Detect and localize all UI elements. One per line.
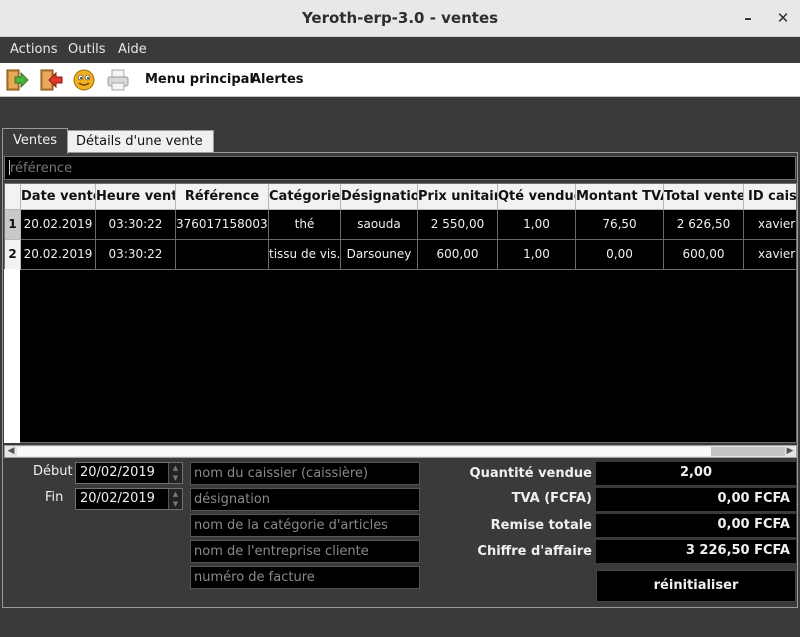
fin-date-value: 20/02/2019 (80, 491, 155, 506)
menu-actions[interactable]: Actions (10, 42, 58, 57)
reinitialiser-button[interactable]: réinitialiser (596, 570, 796, 602)
menu-principal-button[interactable]: Menu principal (145, 72, 254, 87)
table-horizontal-scrollbar[interactable]: ◀ ▶ (4, 445, 797, 458)
sales-table[interactable]: Date vente Heure vente Référence Catégor… (4, 183, 797, 443)
reference-placeholder: référence (10, 161, 73, 176)
table-cell[interactable]: 03:30:22 (96, 240, 176, 270)
scrollbar-track[interactable] (711, 447, 785, 456)
toolbar: Menu principal Alertes (0, 63, 800, 97)
categorie-filter-input[interactable]: nom de la catégorie d'articles (190, 514, 420, 537)
scroll-left-icon[interactable]: ◀ (5, 446, 17, 457)
menu-outils[interactable]: Outils (68, 42, 106, 57)
logout-door-icon[interactable] (39, 68, 63, 92)
window-title: Yeroth-erp-3.0 - ventes (301, 9, 499, 27)
row-header-2[interactable]: 2 (5, 240, 21, 270)
facture-filter-input[interactable]: numéro de facture (190, 566, 420, 589)
scrollbar-thumb[interactable] (17, 447, 711, 456)
caissier-filter-input[interactable]: nom du caissier (caissière) (190, 462, 420, 485)
table-cell[interactable]: 1,00 (498, 240, 576, 270)
debut-date-input[interactable]: 20/02/2019 ▲ ▼ (75, 462, 183, 484)
tab-details-vente[interactable]: Détails d'une vente (65, 130, 214, 153)
menu-aide[interactable]: Aide (118, 42, 147, 57)
row-header-1[interactable]: 1 (5, 210, 21, 240)
table-cell[interactable]: 2 550,00 (418, 210, 498, 240)
debut-date-spinner[interactable]: ▲ ▼ (168, 463, 182, 483)
table-corner[interactable] (5, 184, 21, 210)
table-cell[interactable]: 20.02.2019 (21, 240, 96, 270)
tva-value: 0,00 FCFA (596, 488, 796, 511)
designation-filter-input[interactable]: désignation (190, 488, 420, 511)
remise-totale-label: Remise totale (490, 518, 592, 533)
table-cell[interactable]: xavierp (744, 240, 796, 270)
entreprise-filter-input[interactable]: nom de l'entreprise cliente (190, 540, 420, 563)
reference-search-input[interactable]: référence (4, 156, 796, 180)
fin-label: Fin (45, 490, 64, 505)
login-door-icon[interactable] (5, 68, 29, 92)
table-cell[interactable]: 1,00 (498, 210, 576, 240)
quantite-vendue-value: 2,00 (596, 462, 796, 485)
column-header-qte-vendue[interactable]: Qté vendue (498, 184, 576, 210)
table-cell[interactable]: 600,00 (664, 240, 744, 270)
quantite-vendue-label: Quantité vendue (469, 466, 592, 481)
table-cell[interactable]: 03:30:22 (96, 210, 176, 240)
smiley-icon[interactable] (72, 68, 96, 92)
table-cell[interactable]: 376017158003. (176, 210, 269, 240)
table-cell[interactable]: 76,50 (576, 210, 664, 240)
debut-date-value: 20/02/2019 (80, 465, 155, 480)
table-cell[interactable]: 2 626,50 (664, 210, 744, 240)
column-header-date-vente[interactable]: Date vente (21, 184, 96, 210)
fin-date-spinner[interactable]: ▲ ▼ (168, 489, 182, 509)
tab-ventes[interactable]: Ventes (2, 128, 68, 154)
table-cell[interactable]: xavierp (744, 210, 796, 240)
table-cell[interactable]: 0,00 (576, 240, 664, 270)
column-header-id-caissier[interactable]: ID caissi (744, 184, 796, 210)
chiffre-affaire-value: 3 226,50 FCFA (596, 540, 796, 563)
table-cell[interactable]: Darsouney (341, 240, 418, 270)
printer-icon[interactable] (106, 68, 130, 92)
menu-bar: Actions Outils Aide (0, 37, 800, 63)
minimize-button[interactable]: – (738, 8, 758, 28)
window-titlebar: Yeroth-erp-3.0 - ventes – ✕ (0, 0, 800, 37)
column-header-total-vente[interactable]: Total vente (664, 184, 744, 210)
table-cell[interactable] (176, 240, 269, 270)
table-cell[interactable]: 600,00 (418, 240, 498, 270)
row-header-area (4, 269, 20, 443)
table-cell[interactable]: saouda (341, 210, 418, 240)
column-header-reference[interactable]: Référence (176, 184, 269, 210)
column-header-montant-tva[interactable]: Montant TVA (576, 184, 664, 210)
column-header-designation[interactable]: Désignation (341, 184, 418, 210)
remise-totale-value: 0,00 FCFA (596, 514, 796, 537)
column-header-categorie[interactable]: Catégorie (269, 184, 341, 210)
tva-label: TVA (FCFA) (511, 491, 592, 506)
close-button[interactable]: ✕ (773, 8, 793, 28)
chiffre-affaire-label: Chiffre d'affaire (477, 544, 592, 559)
scroll-right-icon[interactable]: ▶ (784, 446, 796, 457)
fin-date-input[interactable]: 20/02/2019 ▲ ▼ (75, 488, 183, 510)
alertes-button[interactable]: Alertes (251, 72, 304, 87)
table-cell[interactable]: thé (269, 210, 341, 240)
column-header-prix-unitaire[interactable]: Prix unitaire (418, 184, 498, 210)
table-cell[interactable]: tissu de vis. (269, 240, 341, 270)
debut-label: Début (33, 464, 73, 479)
column-header-heure-vente[interactable]: Heure vente (96, 184, 176, 210)
table-cell[interactable]: 20.02.2019 (21, 210, 96, 240)
tab-bar: Ventes Détails d'une vente (0, 128, 800, 154)
